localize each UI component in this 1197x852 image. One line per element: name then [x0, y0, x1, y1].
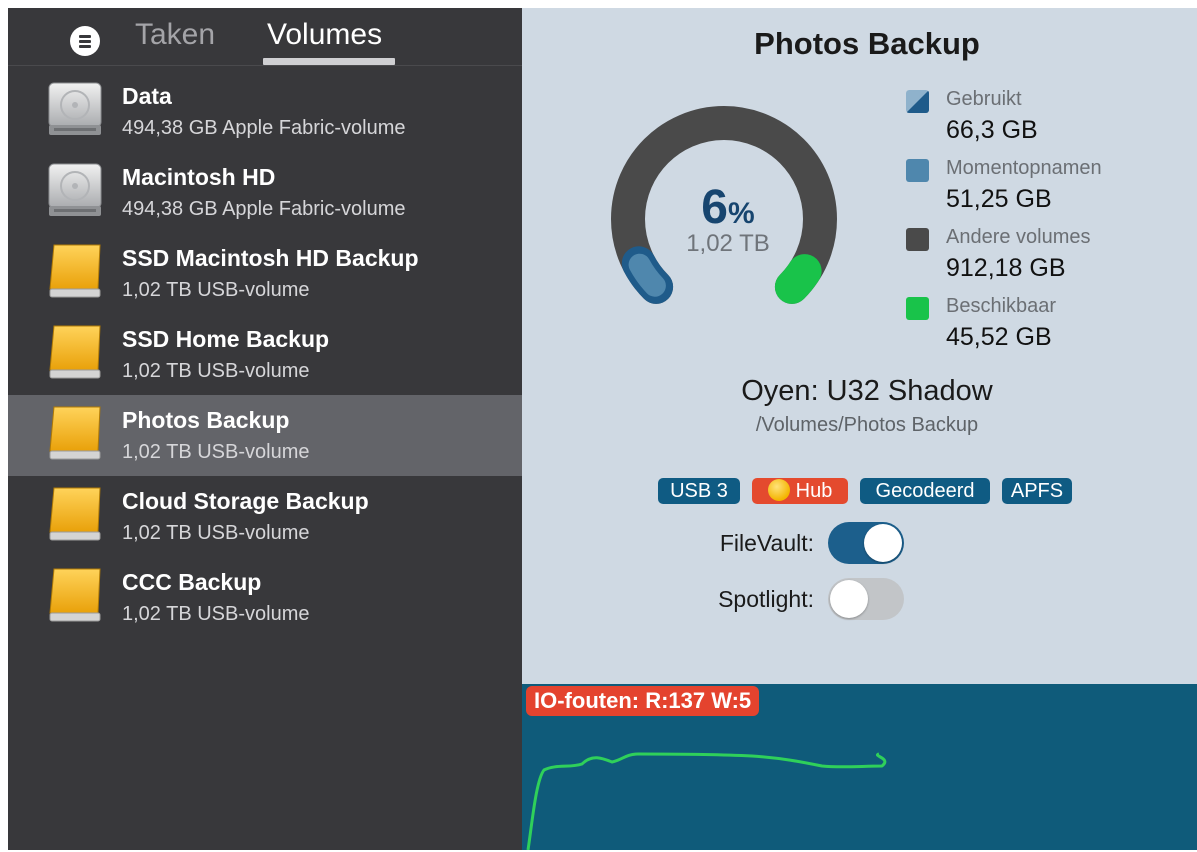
volume-description: 494,38 GB Apple Fabric-volume [122, 198, 406, 220]
volume-name: Cloud Storage Backup [122, 488, 369, 514]
volume-detail-panel: Photos Backup 6% 1,02 TB Gebruikt 66,3 G… [522, 8, 1197, 684]
sidebar: Taken Volumes Data 494,38 GB Apple Fabri… [8, 8, 522, 850]
volume-name: SSD Home Backup [122, 326, 330, 352]
gauge-available-arc [774, 254, 822, 304]
encrypted-badge: Gecodeerd [860, 478, 990, 504]
volume-description: 1,02 TB USB-volume [122, 603, 310, 625]
external-disk-icon [49, 406, 101, 460]
volume-name: Macintosh HD [122, 164, 276, 190]
volume-description: 1,02 TB USB-volume [122, 279, 310, 301]
volume-item[interactable]: Data 494,38 GB Apple Fabric-volume [8, 71, 522, 152]
menu-icon[interactable] [70, 26, 100, 56]
toggle-knob [864, 524, 902, 562]
io-graph-panel: IO-fouten: R:137 W:5 [522, 684, 1197, 850]
volume-title: Photos Backup [754, 26, 980, 61]
usage-percent-sign: % [728, 197, 755, 230]
external-disk-icon [49, 568, 101, 622]
volume-name: CCC Backup [122, 569, 262, 595]
gauge-snapshots-arc [628, 253, 666, 297]
io-errors-badge: IO-fouten: R:137 W:5 [526, 686, 760, 716]
volume-capacity: 1,02 TB [686, 230, 770, 257]
usage-percent-value: 6 [701, 181, 728, 234]
device-name: Oyen: U32 Shadow [741, 375, 993, 407]
volume-name: Photos Backup [122, 407, 290, 433]
volume-description: 1,02 TB USB-volume [122, 360, 310, 382]
usb-badge: USB 3 [658, 478, 740, 504]
volume-description: 494,38 GB Apple Fabric-volume [122, 117, 406, 139]
io-activity-line [526, 752, 887, 850]
filesystem-badge: APFS [1002, 478, 1072, 504]
external-disk-icon [49, 487, 101, 541]
legend-label: Momentopnamen [946, 157, 1102, 179]
internal-disk-icon [48, 82, 102, 135]
hub-warning-icon [767, 479, 790, 501]
volume-item[interactable]: CCC Backup 1,02 TB USB-volume [8, 557, 522, 638]
mount-path: /Volumes/Photos Backup [755, 414, 979, 436]
toggle-knob [830, 580, 868, 618]
spotlight-label: Spotlight: [718, 586, 814, 612]
volume-item[interactable]: SSD Macintosh HD Backup 1,02 TB USB-volu… [8, 233, 522, 314]
filevault-label: FileVault: [719, 530, 814, 556]
volume-name: SSD Macintosh HD Backup [122, 245, 419, 271]
external-disk-icon [49, 244, 101, 298]
legend-value: 912,18 GB [946, 254, 1066, 282]
legend-value: 45,52 GB [946, 323, 1052, 351]
legend-label: Andere volumes [946, 226, 1091, 248]
spotlight-toggle[interactable] [828, 578, 904, 620]
volume-item[interactable]: Photos Backup 1,02 TB USB-volume [8, 395, 522, 476]
volume-list: Data 494,38 GB Apple Fabric-volume Macin… [8, 71, 522, 638]
legend-swatch-available-icon [906, 297, 929, 320]
tab-volumes[interactable]: Volumes [267, 18, 382, 52]
volume-name: Data [122, 83, 172, 109]
legend-value: 66,3 GB [946, 116, 1038, 144]
legend-swatch-snapshots-icon [906, 159, 929, 182]
internal-disk-icon [48, 163, 102, 216]
volume-item[interactable]: Cloud Storage Backup 1,02 TB USB-volume [8, 476, 522, 557]
active-tab-indicator [263, 58, 395, 65]
hub-badge: Hub [752, 478, 848, 504]
external-disk-icon [49, 325, 101, 379]
filevault-toggle[interactable] [828, 522, 904, 564]
legend-swatch-used-icon [906, 90, 929, 113]
volume-item[interactable]: Macintosh HD 494,38 GB Apple Fabric-volu… [8, 152, 522, 233]
legend-label: Gebruikt [946, 88, 1022, 110]
tab-bar: Taken Volumes [8, 8, 522, 66]
legend-label: Beschikbaar [946, 295, 1057, 317]
hub-badge-label: Hub [795, 480, 833, 502]
volume-description: 1,02 TB USB-volume [122, 441, 310, 463]
tab-taken[interactable]: Taken [135, 18, 215, 52]
legend-swatch-other-icon [906, 228, 929, 251]
legend-value: 51,25 GB [946, 185, 1052, 213]
volume-item[interactable]: SSD Home Backup 1,02 TB USB-volume [8, 314, 522, 395]
volume-description: 1,02 TB USB-volume [122, 522, 310, 544]
